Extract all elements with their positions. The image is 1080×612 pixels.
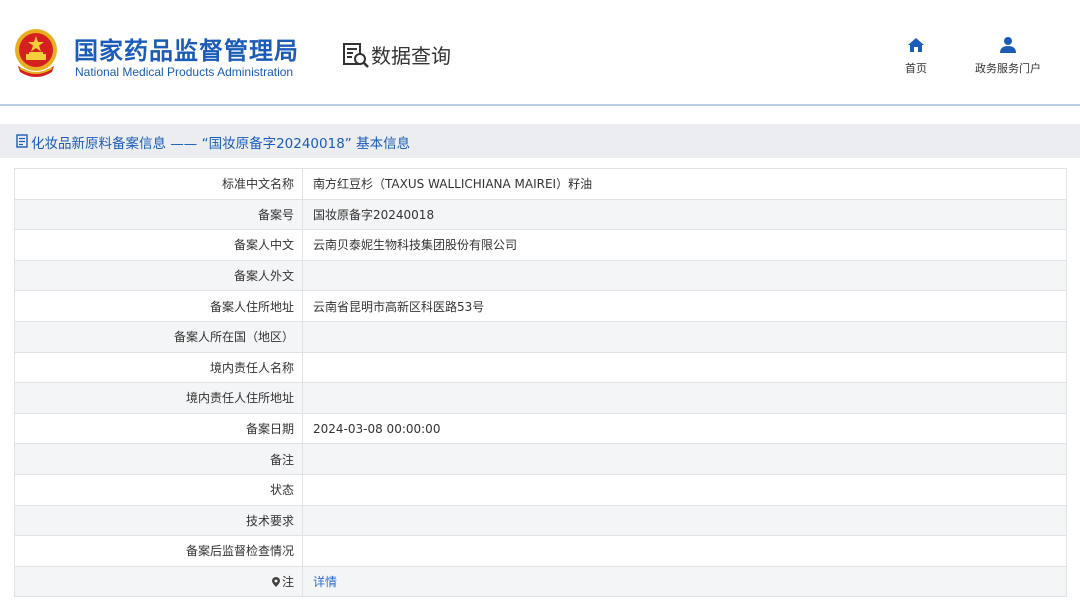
field-value: 南方红豆杉（TAXUS WALLICHIANA MAIREI）籽油	[302, 168, 1067, 200]
field-value: 2024-03-08 00:00:00	[302, 412, 1067, 445]
nav-home-label: 首页	[905, 62, 927, 75]
table-row: 备案人住所地址 云南省昆明市高新区科医路53号	[14, 290, 1067, 322]
field-label: 备注	[14, 443, 303, 475]
section-title: 化妆品新原料备案信息 —— “国妆原备字20240018” 基本信息	[31, 136, 411, 152]
field-value	[302, 535, 1067, 567]
table-row: 备案后监督检查情况	[14, 535, 1067, 567]
table-row: 注 详情	[14, 565, 1067, 598]
field-label: 备案人所在国（地区）	[14, 320, 303, 353]
table-row: 备案日期 2024-03-08 00:00:00	[14, 412, 1067, 445]
table-row: 境内责任人名称	[14, 351, 1067, 384]
field-value	[302, 320, 1067, 353]
field-value: 云南贝泰妮生物科技集团股份有限公司	[302, 229, 1067, 261]
field-value: 云南省昆明市高新区科医路53号	[302, 290, 1067, 322]
field-value	[302, 382, 1067, 414]
national-emblem-icon	[15, 29, 57, 77]
field-value	[302, 473, 1067, 506]
table-row: 状态	[14, 473, 1067, 506]
field-value	[302, 504, 1067, 537]
home-icon	[908, 38, 924, 52]
note-value-cell: 详情	[302, 565, 1067, 598]
field-value	[302, 443, 1067, 475]
field-label: 备案人外文	[14, 259, 303, 292]
note-label-cell: 注	[14, 565, 303, 598]
database-search-icon	[343, 43, 369, 68]
site-header: 国家药品监督管理局 National Medical Products Admi…	[0, 0, 1080, 104]
table-row: 备案人外文	[14, 259, 1067, 292]
field-label: 备案人中文	[14, 229, 303, 261]
field-label: 状态	[14, 473, 303, 506]
details-link[interactable]: 详情	[313, 575, 337, 589]
site-title-en: National Medical Products Administration	[75, 65, 294, 79]
document-icon	[16, 134, 28, 148]
field-label: 备案人住所地址	[14, 290, 303, 322]
table-row: 境内责任人住所地址	[14, 382, 1067, 414]
nav-portal-link[interactable]: 政务服务门户	[962, 36, 1054, 76]
field-label: 技术要求	[14, 504, 303, 537]
table-row: 备案人中文 云南贝泰妮生物科技集团股份有限公司	[14, 229, 1067, 261]
field-label: 备案日期	[14, 412, 303, 445]
nav-home-link[interactable]: 首页	[892, 36, 940, 76]
field-label: 标准中文名称	[14, 168, 303, 200]
field-label: 境内责任人住所地址	[14, 382, 303, 414]
field-value	[302, 351, 1067, 384]
data-query-title: 数据查询	[371, 44, 451, 68]
user-icon	[1000, 37, 1016, 53]
table-row: 备案人所在国（地区）	[14, 320, 1067, 353]
header-divider	[0, 104, 1080, 106]
basic-info-table: 标准中文名称 南方红豆杉（TAXUS WALLICHIANA MAIREI）籽油…	[14, 168, 1067, 598]
field-label: 境内责任人名称	[14, 351, 303, 384]
field-label: 注	[281, 575, 294, 590]
nav-portal-label: 政务服务门户	[975, 62, 1041, 75]
field-value: 国妆原备字20240018	[302, 198, 1067, 231]
field-label: 备案后监督检查情况	[14, 535, 303, 567]
table-row: 标准中文名称 南方红豆杉（TAXUS WALLICHIANA MAIREI）籽油	[14, 168, 1067, 200]
field-label: 备案号	[14, 198, 303, 231]
field-value	[302, 259, 1067, 292]
table-row: 备注	[14, 443, 1067, 475]
pin-icon	[271, 577, 280, 588]
table-row: 技术要求	[14, 504, 1067, 537]
table-row: 备案号 国妆原备字20240018	[14, 198, 1067, 231]
site-title-cn: 国家药品监督管理局	[74, 37, 299, 65]
